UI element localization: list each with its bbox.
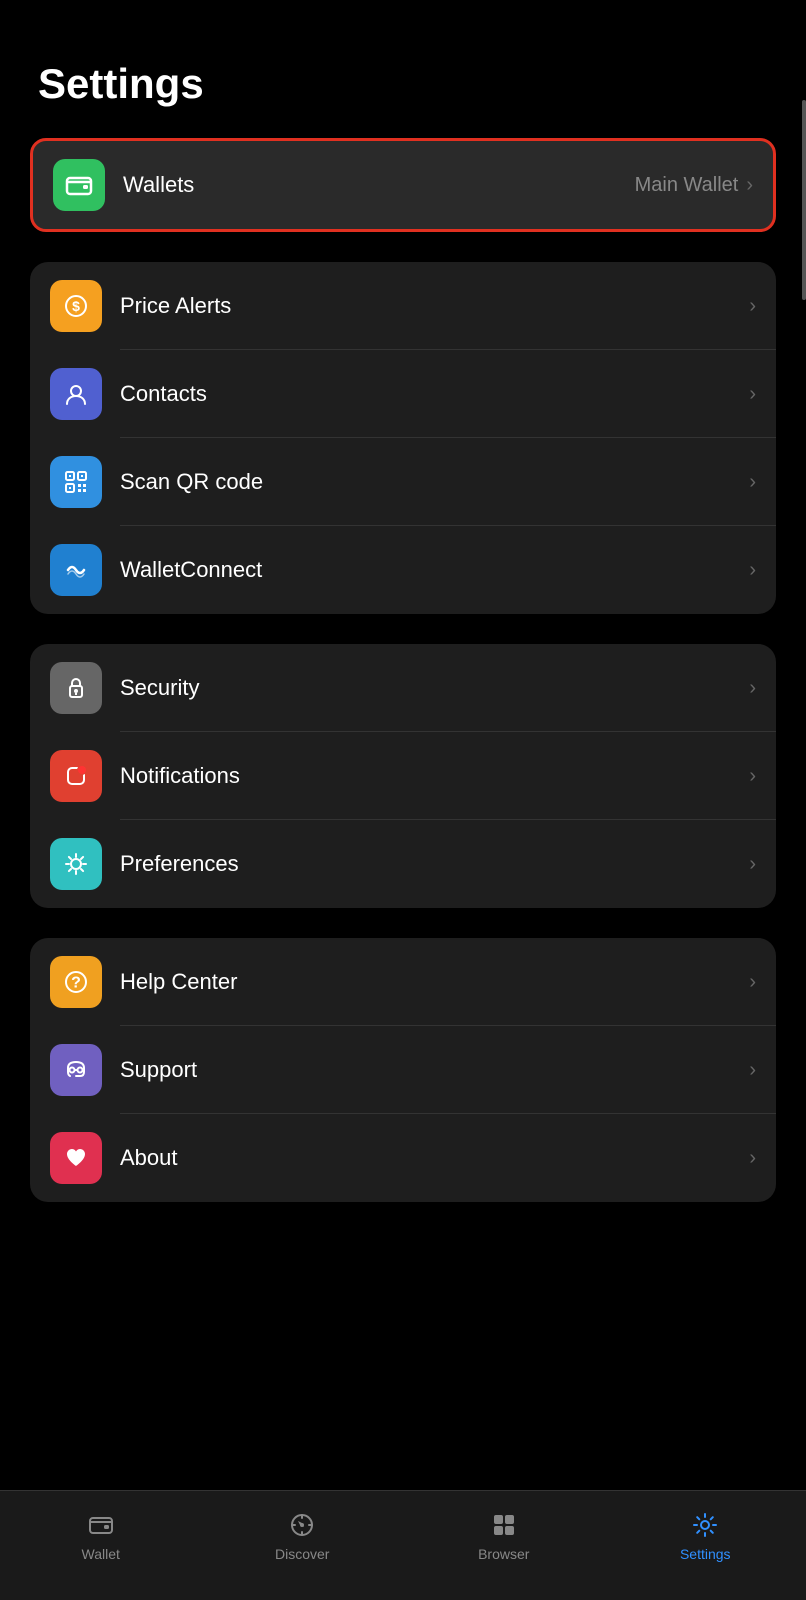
tab-settings-label: Settings <box>680 1546 731 1562</box>
tab-browser-label: Browser <box>478 1546 529 1562</box>
contacts-label: Contacts <box>120 381 749 407</box>
contacts-chevron: › <box>749 383 756 406</box>
settings-group-1: $ Price Alerts › Contacts › <box>30 262 776 614</box>
price-alerts-label: Price Alerts <box>120 293 749 319</box>
settings-group-3: ? Help Center › Support › <box>30 938 776 1202</box>
support-chevron: › <box>749 1059 756 1082</box>
about-row[interactable]: About › <box>30 1114 776 1202</box>
help-center-label: Help Center <box>120 969 749 995</box>
security-label: Security <box>120 675 749 701</box>
tab-settings-icon <box>689 1509 721 1541</box>
wallet-connect-icon <box>50 544 102 596</box>
notifications-label: Notifications <box>120 763 749 789</box>
support-label: Support <box>120 1057 749 1083</box>
wallet-icon <box>53 159 105 211</box>
tab-discover-label: Discover <box>275 1546 329 1562</box>
contacts-row[interactable]: Contacts › <box>30 350 776 438</box>
wallets-row[interactable]: Wallets Main Wallet › <box>30 138 776 232</box>
tab-bar: Wallet Discover Browser <box>0 1490 806 1600</box>
wallets-chevron: › <box>746 174 753 197</box>
tab-browser[interactable]: Browser <box>464 1509 544 1562</box>
page-title: Settings <box>30 60 776 108</box>
tab-discover-icon <box>286 1509 318 1541</box>
tab-discover[interactable]: Discover <box>262 1509 342 1562</box>
settings-group-2: Security › Notifications › <box>30 644 776 908</box>
notifications-chevron: › <box>749 765 756 788</box>
preferences-icon <box>50 838 102 890</box>
scan-qr-chevron: › <box>749 471 756 494</box>
help-center-chevron: › <box>749 971 756 994</box>
scan-qr-icon <box>50 456 102 508</box>
tab-browser-icon <box>488 1509 520 1541</box>
support-icon <box>50 1044 102 1096</box>
scan-qr-row[interactable]: Scan QR code › <box>30 438 776 526</box>
tab-wallet[interactable]: Wallet <box>61 1509 141 1562</box>
price-alerts-chevron: › <box>749 295 756 318</box>
price-alerts-icon: $ <box>50 280 102 332</box>
tab-settings[interactable]: Settings <box>665 1509 745 1562</box>
price-alerts-row[interactable]: $ Price Alerts › <box>30 262 776 350</box>
security-row[interactable]: Security › <box>30 644 776 732</box>
wallet-connect-label: WalletConnect <box>120 557 749 583</box>
support-row[interactable]: Support › <box>30 1026 776 1114</box>
security-icon <box>50 662 102 714</box>
scroll-indicator <box>802 100 806 300</box>
security-chevron: › <box>749 677 756 700</box>
wallets-label: Wallets <box>123 172 635 198</box>
tab-wallet-icon <box>85 1509 117 1541</box>
preferences-row[interactable]: Preferences › <box>30 820 776 908</box>
wallet-connect-row[interactable]: WalletConnect › <box>30 526 776 614</box>
wallet-connect-chevron: › <box>749 559 756 582</box>
contacts-icon <box>50 368 102 420</box>
help-center-icon: ? <box>50 956 102 1008</box>
help-center-row[interactable]: ? Help Center › <box>30 938 776 1026</box>
scan-qr-label: Scan QR code <box>120 469 749 495</box>
about-label: About <box>120 1145 749 1171</box>
about-icon <box>50 1132 102 1184</box>
about-chevron: › <box>749 1147 756 1170</box>
notifications-row[interactable]: Notifications › <box>30 732 776 820</box>
tab-wallet-label: Wallet <box>82 1546 120 1562</box>
notifications-icon <box>50 750 102 802</box>
preferences-label: Preferences <box>120 851 749 877</box>
wallets-value: Main Wallet <box>635 174 739 197</box>
svg-text:$: $ <box>72 298 80 314</box>
preferences-chevron: › <box>749 853 756 876</box>
svg-text:?: ? <box>71 975 81 992</box>
